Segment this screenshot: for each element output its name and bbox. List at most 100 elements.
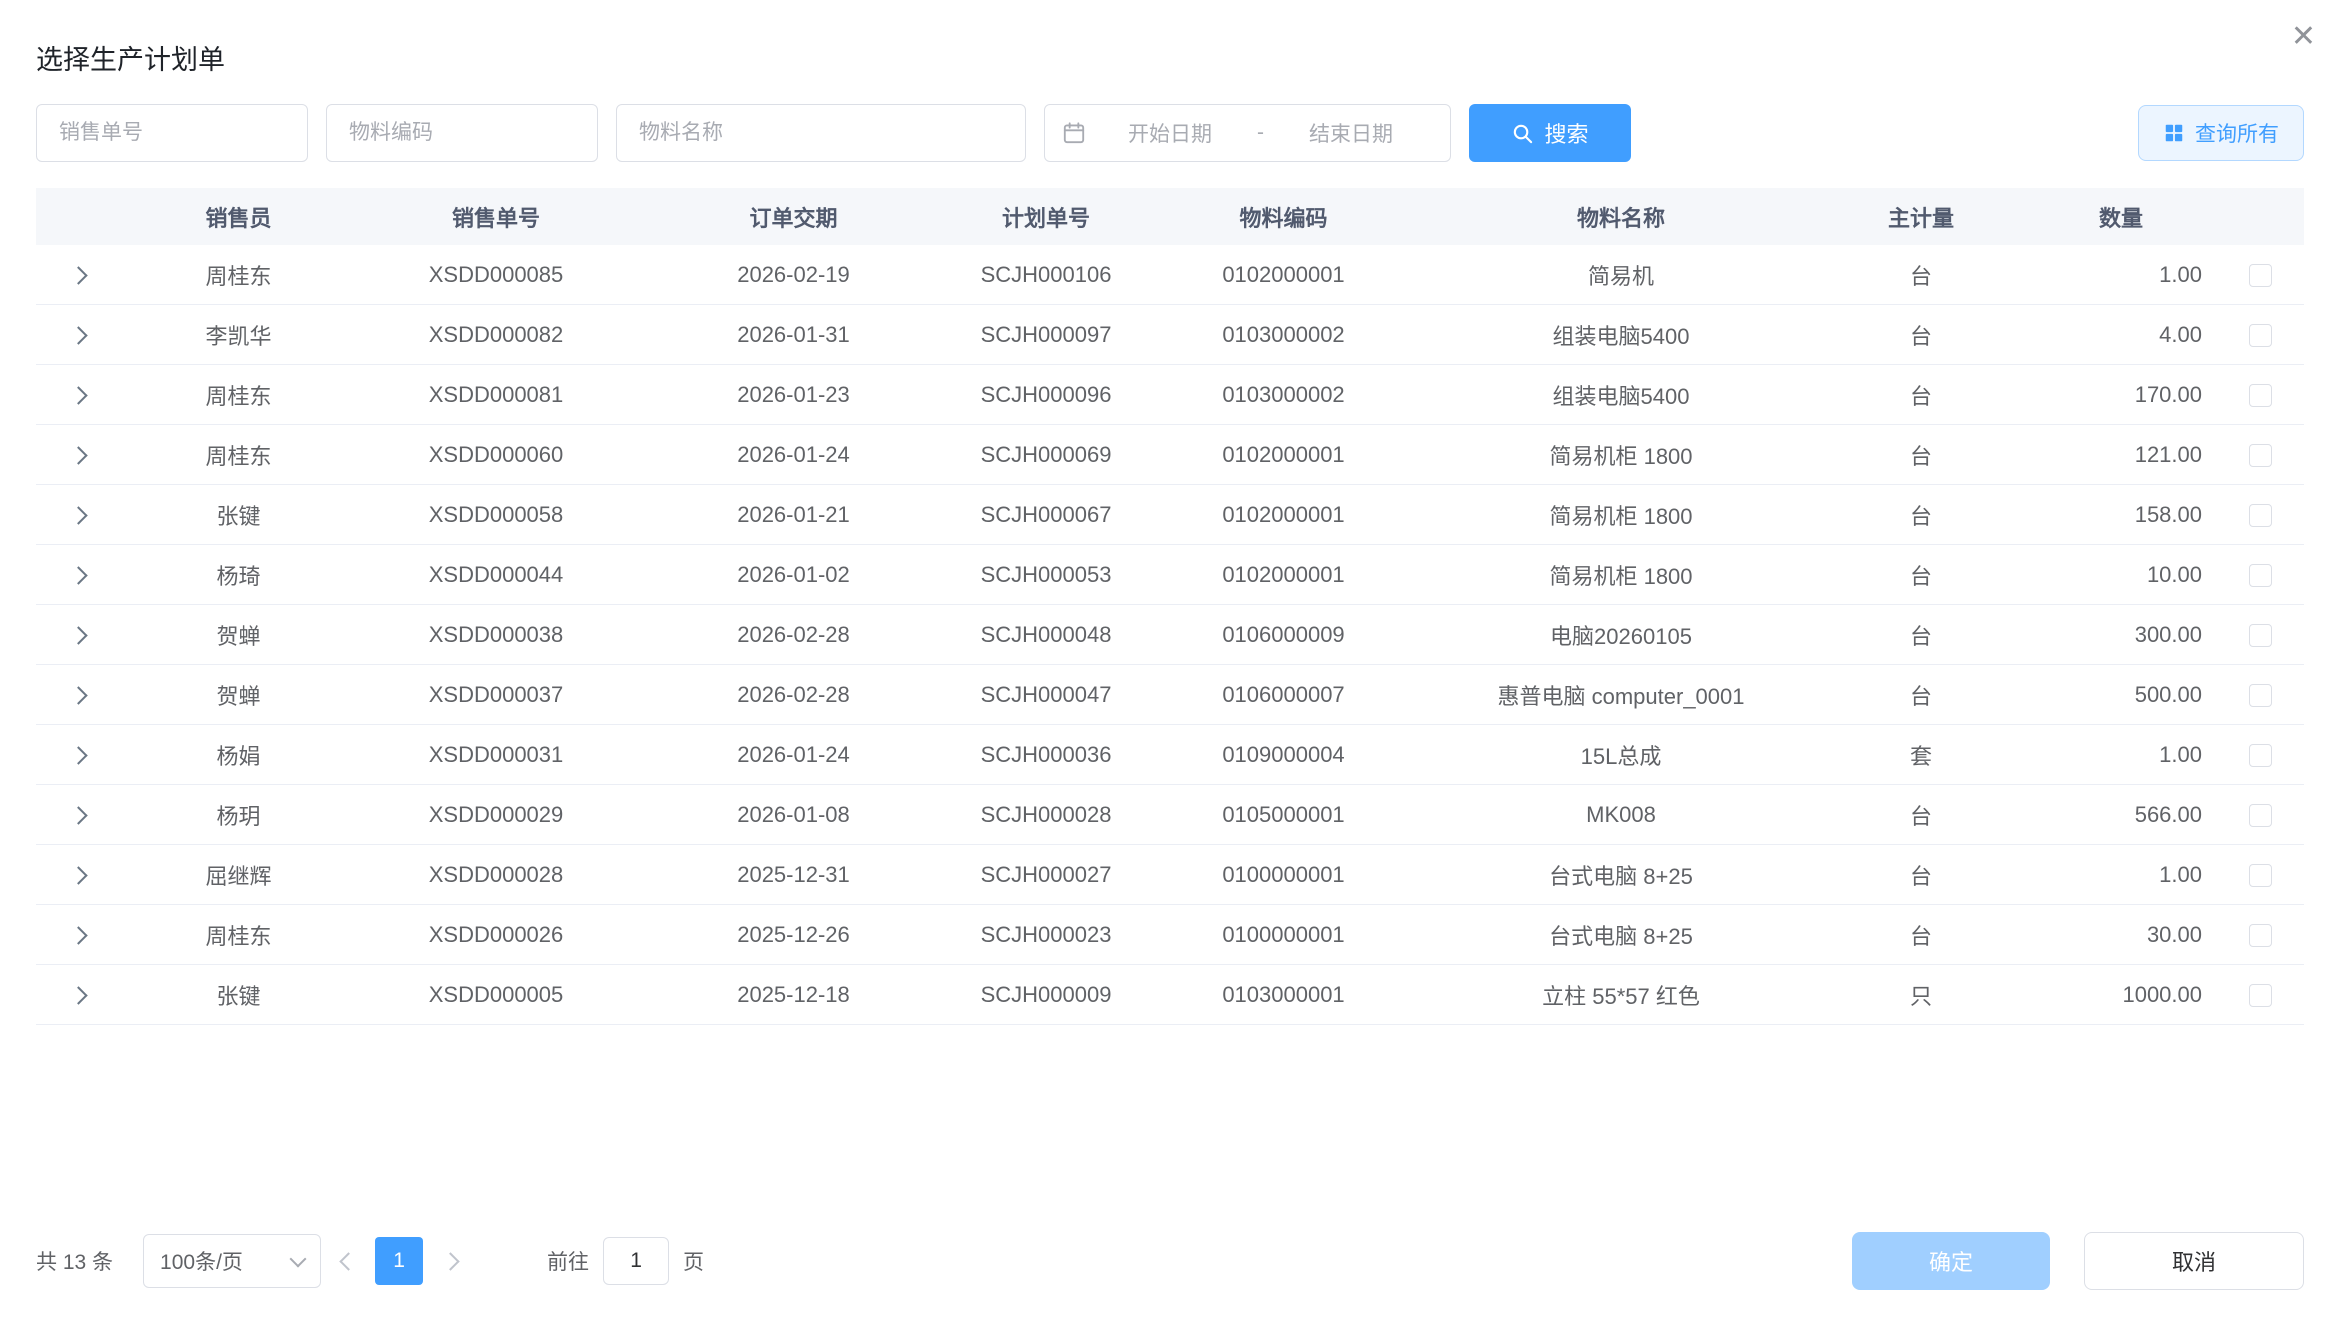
- cell-salesperson: 贺蝉: [121, 665, 356, 725]
- cell-delivery-date: 2026-02-19: [636, 245, 951, 305]
- search-icon: [1511, 122, 1534, 145]
- header-qty: 数量: [2026, 188, 2216, 245]
- cell-select: [2216, 245, 2304, 305]
- search-button[interactable]: 搜索: [1469, 104, 1631, 162]
- cell-salesperson: 张键: [121, 965, 356, 1025]
- cell-salesperson: 李凯华: [121, 305, 356, 365]
- page-size-select[interactable]: 100条/页: [143, 1234, 321, 1288]
- cell-unit: 台: [1816, 485, 2026, 545]
- row-checkbox[interactable]: [2249, 504, 2272, 527]
- date-range-picker[interactable]: 开始日期 - 结束日期: [1044, 104, 1451, 162]
- action-buttons: 确定 取消: [1852, 1232, 2304, 1290]
- cell-unit: 只: [1816, 965, 2026, 1025]
- row-checkbox[interactable]: [2249, 324, 2272, 347]
- row-checkbox[interactable]: [2249, 624, 2272, 647]
- next-page-button[interactable]: [423, 1237, 477, 1285]
- cell-select: [2216, 425, 2304, 485]
- expand-row-icon[interactable]: [69, 866, 87, 884]
- cell-salesperson: 屈继辉: [121, 845, 356, 905]
- expand-row-icon[interactable]: [69, 326, 87, 344]
- table-row: 周桂东 XSDD000026 2025-12-26 SCJH000023 010…: [36, 905, 2304, 965]
- page-number-button[interactable]: 1: [375, 1237, 423, 1285]
- material-code-input[interactable]: [326, 104, 598, 162]
- query-all-button[interactable]: 查询所有: [2138, 105, 2304, 161]
- chevron-right-icon: [441, 1252, 459, 1270]
- cell-plan-no: SCJH000028: [951, 785, 1141, 845]
- cell-expand: [36, 965, 121, 1025]
- expand-row-icon[interactable]: [69, 506, 87, 524]
- expand-row-icon[interactable]: [69, 686, 87, 704]
- cell-expand: [36, 545, 121, 605]
- cell-qty: 500.00: [2026, 665, 2216, 725]
- expand-row-icon[interactable]: [69, 566, 87, 584]
- checkbox-column-header: [2216, 188, 2304, 245]
- row-checkbox[interactable]: [2249, 684, 2272, 707]
- row-checkbox[interactable]: [2249, 264, 2272, 287]
- cell-salesperson: 杨玥: [121, 785, 356, 845]
- expand-row-icon[interactable]: [69, 386, 87, 404]
- cell-sales-order: XSDD000037: [356, 665, 636, 725]
- prev-page-button[interactable]: [321, 1237, 375, 1285]
- cell-unit: 台: [1816, 905, 2026, 965]
- row-checkbox[interactable]: [2249, 864, 2272, 887]
- cell-salesperson: 杨娟: [121, 725, 356, 785]
- row-checkbox[interactable]: [2249, 744, 2272, 767]
- expand-row-icon[interactable]: [69, 746, 87, 764]
- cell-expand: [36, 785, 121, 845]
- cancel-button[interactable]: 取消: [2084, 1232, 2304, 1290]
- cell-sales-order: XSDD000081: [356, 365, 636, 425]
- row-checkbox[interactable]: [2249, 984, 2272, 1007]
- close-icon[interactable]: ✕: [2291, 22, 2316, 52]
- table-row: 周桂东 XSDD000060 2026-01-24 SCJH000069 010…: [36, 425, 2304, 485]
- cell-select: [2216, 365, 2304, 425]
- filter-bar: 开始日期 - 结束日期 搜索 查询所有: [36, 104, 2304, 162]
- row-checkbox[interactable]: [2249, 804, 2272, 827]
- cell-material-name: 组装电脑5400: [1426, 365, 1816, 425]
- cell-qty: 300.00: [2026, 605, 2216, 665]
- expand-row-icon[interactable]: [69, 626, 87, 644]
- sales-order-input[interactable]: [36, 104, 308, 162]
- material-name-input[interactable]: [616, 104, 1026, 162]
- cell-qty: 30.00: [2026, 905, 2216, 965]
- cell-plan-no: SCJH000053: [951, 545, 1141, 605]
- cell-expand: [36, 605, 121, 665]
- row-checkbox[interactable]: [2249, 384, 2272, 407]
- cell-material-code: 0103000002: [1141, 365, 1426, 425]
- cell-expand: [36, 425, 121, 485]
- cell-select: [2216, 725, 2304, 785]
- cell-delivery-date: 2026-01-21: [636, 485, 951, 545]
- grid-icon: [2163, 122, 2185, 144]
- cell-material-code: 0106000007: [1141, 665, 1426, 725]
- cell-select: [2216, 605, 2304, 665]
- cell-material-name: 台式电脑 8+25: [1426, 905, 1816, 965]
- row-checkbox[interactable]: [2249, 564, 2272, 587]
- cell-select: [2216, 965, 2304, 1025]
- row-checkbox[interactable]: [2249, 444, 2272, 467]
- cell-sales-order: XSDD000026: [356, 905, 636, 965]
- cell-plan-no: SCJH000067: [951, 485, 1141, 545]
- cell-delivery-date: 2025-12-18: [636, 965, 951, 1025]
- header-salesperson: 销售员: [121, 188, 356, 245]
- cell-material-name: 立柱 55*57 红色: [1426, 965, 1816, 1025]
- goto-page-input[interactable]: [603, 1237, 669, 1285]
- cell-qty: 566.00: [2026, 785, 2216, 845]
- expand-row-icon[interactable]: [69, 446, 87, 464]
- expand-row-icon[interactable]: [69, 806, 87, 824]
- cell-plan-no: SCJH000096: [951, 365, 1141, 425]
- table-body: 周桂东 XSDD000085 2026-02-19 SCJH000106 010…: [36, 245, 2304, 1025]
- cell-delivery-date: 2026-02-28: [636, 605, 951, 665]
- cell-delivery-date: 2026-01-08: [636, 785, 951, 845]
- expand-row-icon[interactable]: [69, 926, 87, 944]
- cell-expand: [36, 845, 121, 905]
- confirm-button[interactable]: 确定: [1852, 1232, 2050, 1290]
- cell-material-name: 组装电脑5400: [1426, 305, 1816, 365]
- cell-expand: [36, 365, 121, 425]
- cell-material-name: 简易机: [1426, 245, 1816, 305]
- row-checkbox[interactable]: [2249, 924, 2272, 947]
- cell-unit: 台: [1816, 425, 2026, 485]
- cell-qty: 1.00: [2026, 725, 2216, 785]
- expand-row-icon[interactable]: [69, 266, 87, 284]
- start-date-placeholder: 开始日期: [1087, 118, 1253, 148]
- cell-qty: 170.00: [2026, 365, 2216, 425]
- expand-row-icon[interactable]: [69, 986, 87, 1004]
